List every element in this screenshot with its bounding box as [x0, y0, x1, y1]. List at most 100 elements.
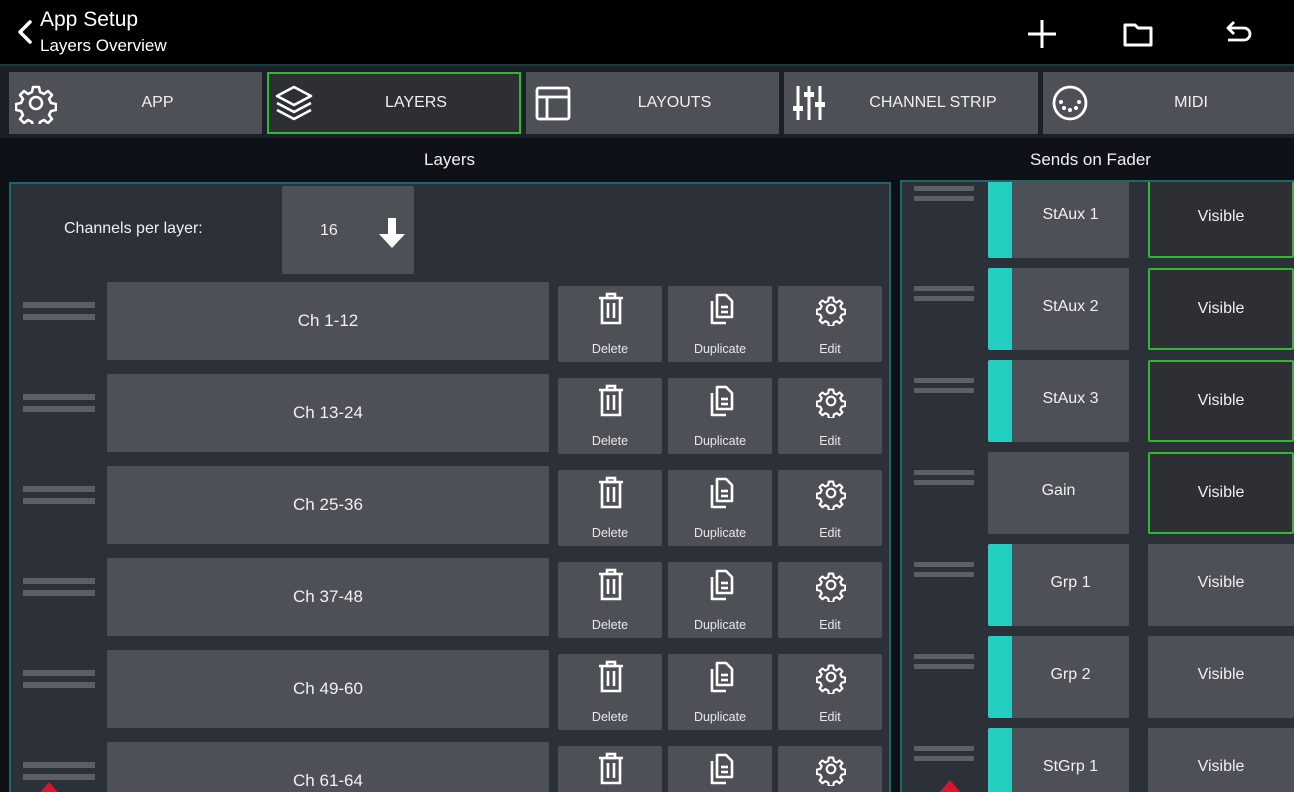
drop-indicator-marker	[40, 782, 58, 792]
visibility-toggle[interactable]: Visible	[1148, 636, 1294, 718]
edit-label: Edit	[819, 434, 841, 448]
layer-button[interactable]: Ch 49-60	[107, 650, 549, 728]
trash-icon	[599, 660, 623, 693]
delete-button[interactable]: Delete	[558, 378, 662, 454]
duplicate-button[interactable]: Duplicate	[668, 470, 772, 546]
edit-button[interactable]: Edit	[778, 746, 882, 792]
tab-layouts-label: LAYOUTS	[637, 94, 712, 111]
layer-row: Ch 1-12 Delete Duplicate Edit	[11, 276, 889, 364]
visibility-toggle[interactable]: Visible	[1148, 452, 1294, 534]
send-name: Gain	[1041, 482, 1076, 499]
trash-icon	[599, 292, 623, 325]
layers-icon	[275, 85, 313, 121]
drag-handle-icon[interactable]	[914, 186, 974, 206]
delete-button[interactable]: Delete	[558, 470, 662, 546]
duplicate-label: Duplicate	[693, 342, 747, 356]
drag-handle-icon[interactable]	[23, 670, 95, 700]
undo-icon	[1226, 21, 1252, 42]
send-name: StAux 1	[1042, 206, 1099, 223]
visibility-toggle[interactable]: Visible	[1148, 360, 1294, 442]
edit-button[interactable]: Edit	[778, 470, 882, 546]
tab-midi-label: MIDI	[1174, 94, 1208, 111]
delete-label: Delete	[591, 342, 629, 356]
page-title: App Setup	[40, 8, 139, 31]
drag-handle-icon[interactable]	[914, 378, 974, 398]
duplicate-button[interactable]: Duplicate	[668, 654, 772, 730]
drag-handle-icon[interactable]	[914, 470, 974, 490]
send-button[interactable]: StAux 2	[988, 268, 1129, 350]
layout-icon	[535, 86, 571, 121]
trash-icon	[599, 568, 623, 601]
layer-button[interactable]: Ch 1-12	[107, 282, 549, 360]
send-button[interactable]: StAux 1	[988, 182, 1129, 258]
layer-button[interactable]: Ch 13-24	[107, 374, 549, 452]
drag-handle-icon[interactable]	[23, 578, 95, 608]
visibility-toggle[interactable]: Visible	[1148, 182, 1294, 258]
duplicate-button[interactable]: Duplicate	[668, 562, 772, 638]
add-button[interactable]	[1022, 16, 1062, 52]
layer-name: Ch 37-48	[293, 587, 363, 606]
drag-handle-icon[interactable]	[914, 562, 974, 582]
delete-button[interactable]: Delete	[558, 286, 662, 362]
visibility-label: Visible	[1197, 666, 1245, 683]
layer-row: Ch 49-60 Delete Duplicate Edit	[11, 644, 889, 732]
tab-layouts[interactable]: LAYOUTS	[526, 72, 779, 134]
back-button[interactable]	[14, 14, 36, 50]
send-button[interactable]: StAux 3	[988, 360, 1129, 442]
layer-button[interactable]: Ch 61-64	[107, 742, 549, 792]
sends-panel: StAux 1 Visible StAux 2 Visible StAux 3 Visib…	[900, 180, 1294, 792]
channels-per-layer-dropdown[interactable]: 16	[282, 186, 414, 274]
duplicate-button[interactable]: Duplicate	[668, 378, 772, 454]
send-name: Grp 2	[1050, 666, 1091, 683]
tab-app[interactable]: APP	[9, 72, 262, 134]
duplicate-icon	[710, 477, 734, 509]
tab-layers-label: LAYERS	[385, 94, 447, 111]
tab-midi[interactable]: MIDI	[1043, 72, 1294, 134]
trash-icon	[599, 384, 623, 417]
edit-button[interactable]: Edit	[778, 654, 882, 730]
edit-button[interactable]: Edit	[778, 562, 882, 638]
drag-handle-icon[interactable]	[23, 394, 95, 424]
layer-button[interactable]: Ch 37-48	[107, 558, 549, 636]
arrow-down-icon	[379, 218, 405, 248]
duplicate-button[interactable]: Duplicate	[668, 746, 772, 792]
visibility-toggle[interactable]: Visible	[1148, 268, 1294, 350]
visibility-toggle[interactable]: Visible	[1148, 544, 1294, 626]
drag-handle-icon[interactable]	[23, 302, 95, 332]
delete-button[interactable]: Delete	[558, 654, 662, 730]
send-name: Grp 1	[1050, 574, 1091, 591]
duplicate-label: Duplicate	[693, 710, 747, 724]
channels-per-layer-label: Channels per layer:	[64, 220, 203, 237]
gear-icon	[816, 296, 846, 326]
layer-name: Ch 1-12	[297, 311, 359, 330]
send-button[interactable]: StGrp 1	[988, 728, 1129, 792]
drag-handle-icon[interactable]	[23, 486, 95, 516]
send-color-indicator	[988, 360, 1012, 442]
gear-icon	[816, 572, 846, 602]
send-row: StAux 2 Visible	[902, 264, 1294, 356]
duplicate-label: Duplicate	[693, 526, 747, 540]
tab-channel-strip[interactable]: CHANNEL STRIP	[784, 72, 1038, 134]
open-folder-button[interactable]	[1118, 16, 1158, 52]
send-row: StAux 3 Visible	[902, 356, 1294, 448]
layer-row: Ch 13-24 Delete Duplicate Edit	[11, 368, 889, 456]
duplicate-button[interactable]: Duplicate	[668, 286, 772, 362]
undo-button[interactable]	[1218, 16, 1258, 52]
delete-button[interactable]: Delete	[558, 746, 662, 792]
tab-layers[interactable]: LAYERS	[267, 72, 521, 134]
delete-button[interactable]: Delete	[558, 562, 662, 638]
drag-handle-icon[interactable]	[914, 654, 974, 674]
send-button[interactable]: Grp 2	[988, 636, 1129, 718]
send-color-indicator	[988, 182, 1012, 258]
send-button[interactable]: Gain	[988, 452, 1129, 534]
edit-button[interactable]: Edit	[778, 286, 882, 362]
layer-row: Ch 25-36 Delete Duplicate Edit	[11, 460, 889, 548]
layer-button[interactable]: Ch 25-36	[107, 466, 549, 544]
visibility-toggle[interactable]: Visible	[1148, 728, 1294, 792]
send-button[interactable]: Grp 1	[988, 544, 1129, 626]
edit-button[interactable]: Edit	[778, 378, 882, 454]
drag-handle-icon[interactable]	[914, 746, 974, 766]
tab-app-label: APP	[141, 94, 174, 111]
send-color-indicator	[988, 544, 1012, 626]
drag-handle-icon[interactable]	[914, 286, 974, 306]
